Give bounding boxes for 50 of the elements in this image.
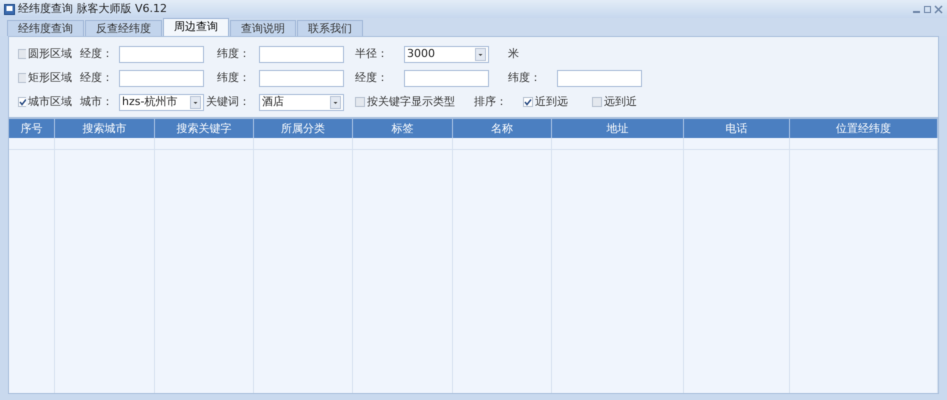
checkbox-label: 圆形区域 — [28, 46, 72, 62]
checkbox[interactable] — [18, 97, 26, 107]
dropdown-field[interactable]: 酒店 — [259, 94, 344, 110]
column-header[interactable]: 位置经纬度 — [790, 119, 938, 138]
checkbox-label: 矩形区域 — [28, 70, 72, 86]
checkbox[interactable] — [18, 73, 26, 83]
checkbox-label: 远到近 — [604, 94, 638, 110]
input-field[interactable] — [557, 70, 642, 86]
checkbox[interactable] — [18, 49, 26, 59]
column-header[interactable]: 搜索关键字 — [155, 119, 254, 138]
field-label: 米 — [508, 46, 520, 62]
checkbox-label: 城市区域 — [28, 94, 72, 110]
app-icon — [4, 4, 15, 14]
tab[interactable]: 联系我们 — [297, 20, 363, 36]
field-label: 纬度： — [508, 70, 542, 86]
checkbox-label: 近到远 — [535, 94, 569, 110]
dropdown-field[interactable]: 3000 — [404, 46, 489, 62]
maximize-icon[interactable] — [923, 4, 932, 14]
input-field[interactable] — [259, 46, 344, 62]
field-label: 纬度： — [216, 70, 251, 86]
tab[interactable]: 查询说明 — [230, 20, 296, 36]
dropdown-field[interactable]: hzs-杭州市 — [119, 94, 204, 110]
input-field[interactable] — [404, 70, 489, 86]
field-label: 城市： — [80, 94, 114, 110]
field-label: 半径： — [355, 46, 389, 62]
tab[interactable]: 经纬度查询 — [7, 20, 84, 36]
input-field[interactable] — [259, 70, 344, 86]
column-header[interactable]: 名称 — [453, 119, 552, 138]
input-field[interactable] — [119, 70, 204, 86]
column-header[interactable]: 地址 — [552, 119, 684, 138]
field-label: 经度： — [80, 46, 114, 62]
column-header[interactable]: 标签 — [353, 119, 453, 138]
window-title: 经纬度查询 脉客大师版 V6.12 — [18, 0, 168, 17]
checkbox-label: 按关键字显示类型 — [367, 94, 455, 110]
tab[interactable]: 反查经纬度 — [85, 20, 162, 36]
close-icon[interactable] — [934, 4, 943, 14]
column-header[interactable]: 所属分类 — [254, 119, 353, 138]
field-label: 关键词： — [205, 94, 251, 110]
checkbox[interactable] — [523, 97, 533, 107]
column-header[interactable]: 搜索城市 — [55, 119, 155, 138]
checkbox[interactable] — [592, 97, 602, 107]
field-label: 纬度： — [216, 46, 251, 62]
column-header[interactable]: 电话 — [684, 119, 790, 138]
checkbox[interactable] — [355, 97, 365, 107]
field-label: 经度： — [80, 70, 114, 86]
input-field[interactable] — [119, 46, 204, 62]
field-label: 排序： — [474, 94, 508, 110]
tab[interactable]: 周边查询 — [163, 18, 229, 36]
column-header[interactable]: 序号 — [9, 119, 55, 138]
field-label: 经度： — [355, 70, 389, 86]
